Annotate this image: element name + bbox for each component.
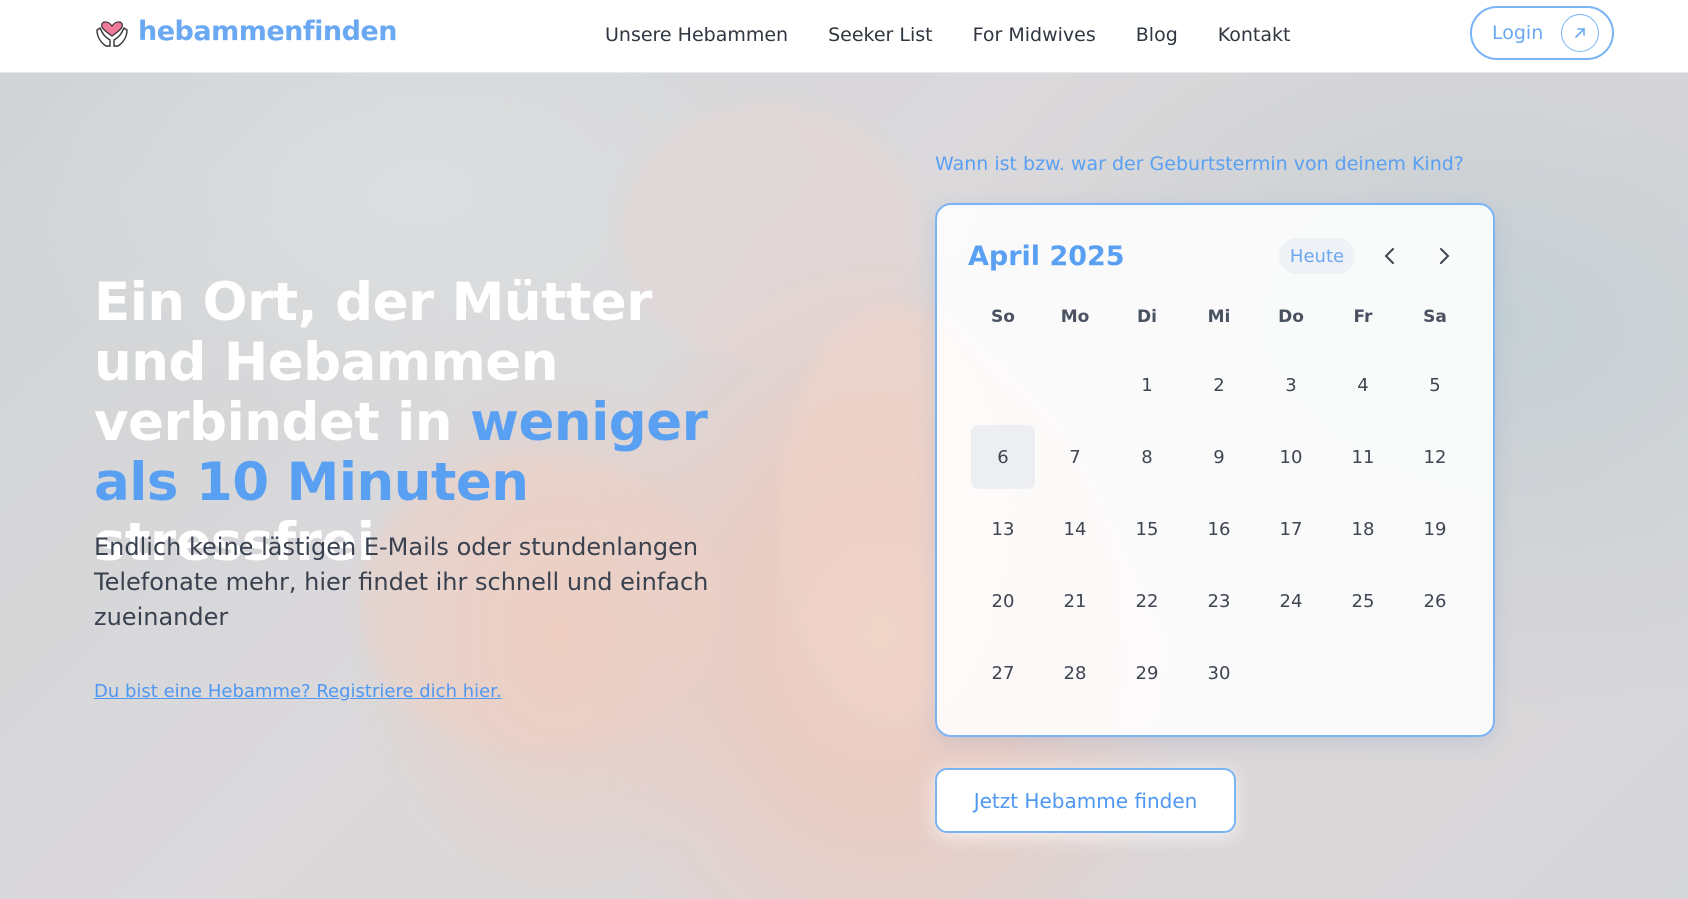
nav-link-kontakt[interactable]: Kontakt: [1218, 24, 1291, 46]
calendar-day[interactable]: 29: [1111, 637, 1183, 709]
weekday-label: Fr: [1353, 307, 1373, 327]
calendar-empty-cell: [967, 349, 1039, 421]
calendar-day[interactable]: 2: [1183, 349, 1255, 421]
midwife-register-link[interactable]: Du bist eine Hebamme? Registriere dich h…: [94, 681, 502, 702]
calendar-empty-cell: [1039, 349, 1111, 421]
weekday-label: Do: [1278, 307, 1304, 327]
weekday-label: Sa: [1423, 307, 1447, 327]
calendar-grid: So Mo Di Mi Do Fr Sa 1 2 3 4 5 6 7 8 9 10 11 12 13 14 15 16 17…: [967, 299, 1473, 709]
calendar-day[interactable]: 16: [1183, 493, 1255, 565]
calendar-day[interactable]: 20: [967, 565, 1039, 637]
calendar-day[interactable]: 14: [1039, 493, 1111, 565]
calendar-day[interactable]: 5: [1399, 349, 1471, 421]
weekday-label: Mo: [1060, 307, 1090, 327]
calendar-day[interactable]: 23: [1183, 565, 1255, 637]
find-midwife-button[interactable]: Jetzt Hebamme finden: [935, 768, 1236, 833]
site-header: hebammenfinden Unsere Hebammen Seeker Li…: [0, 0, 1688, 73]
arrow-up-right-icon: [1561, 14, 1600, 52]
calendar-day[interactable]: 17: [1255, 493, 1327, 565]
calendar-day-selected[interactable]: 6: [971, 425, 1035, 489]
calendar-day[interactable]: 21: [1039, 565, 1111, 637]
chevron-right-icon[interactable]: [1427, 239, 1461, 273]
login-button[interactable]: Login: [1470, 6, 1614, 60]
calendar-day[interactable]: 13: [967, 493, 1039, 565]
calendar-day[interactable]: 8: [1111, 421, 1183, 493]
calendar-day[interactable]: 3: [1255, 349, 1327, 421]
weekday-label: Mi: [1207, 307, 1231, 327]
heart-hands-icon: [96, 21, 128, 47]
calendar-day[interactable]: 11: [1327, 421, 1399, 493]
calendar-month-label: April 2025: [968, 241, 1125, 272]
calendar-day[interactable]: 22: [1111, 565, 1183, 637]
calendar-day[interactable]: 1: [1111, 349, 1183, 421]
calendar-day[interactable]: 9: [1183, 421, 1255, 493]
calendar-day[interactable]: 15: [1111, 493, 1183, 565]
nav-link-blog[interactable]: Blog: [1136, 24, 1178, 46]
weekday-label: Di: [1137, 307, 1157, 327]
calendar-day[interactable]: 18: [1327, 493, 1399, 565]
calendar-day[interactable]: 10: [1255, 421, 1327, 493]
nav-link-seeker-list[interactable]: Seeker List: [828, 24, 933, 46]
nav-link-for-midwives[interactable]: For Midwives: [973, 24, 1096, 46]
chevron-left-icon[interactable]: [1373, 239, 1407, 273]
hero-subtext: Endlich keine lästigen E-Mails oder stun…: [94, 533, 709, 631]
calendar-day[interactable]: 4: [1327, 349, 1399, 421]
hero-section: Ein Ort, der Mütter und Hebammen verbind…: [0, 73, 1688, 899]
weekday-label: So: [991, 307, 1015, 327]
calendar-day[interactable]: 19: [1399, 493, 1471, 565]
calendar-day[interactable]: 28: [1039, 637, 1111, 709]
hero-headline: Ein Ort, der Mütter und Hebammen verbind…: [94, 273, 774, 573]
due-date-question: Wann ist bzw. war der Geburtstermin von …: [935, 153, 1464, 175]
due-date-calendar: April 2025 Heute So Mo Di Mi Do Fr Sa 12345678…: [935, 203, 1495, 737]
nav-link-unsere-hebammen[interactable]: Unsere Hebammen: [605, 24, 788, 46]
calendar-day[interactable]: 26: [1399, 565, 1471, 637]
calendar-day[interactable]: 25: [1327, 565, 1399, 637]
brand-logo[interactable]: hebammenfinden: [94, 12, 397, 50]
today-button[interactable]: Heute: [1279, 238, 1355, 274]
brand-name: hebammenfinden: [138, 15, 397, 47]
calendar-day[interactable]: 30: [1183, 637, 1255, 709]
login-label: Login: [1492, 22, 1544, 44]
main-nav: Unsere Hebammen Seeker List For Midwives…: [605, 0, 1290, 69]
calendar-day[interactable]: 27: [967, 637, 1039, 709]
calendar-day[interactable]: 7: [1039, 421, 1111, 493]
calendar-day[interactable]: 12: [1399, 421, 1471, 493]
calendar-days: 1 2 3 4 5 6 7 8 9 10 11 12 13 14 15 16 17 18 19 20 21 22 23 24 2…: [967, 349, 1473, 709]
weekday-header: So Mo Di Mi Do Fr Sa: [967, 299, 1473, 335]
calendar-day[interactable]: 24: [1255, 565, 1327, 637]
